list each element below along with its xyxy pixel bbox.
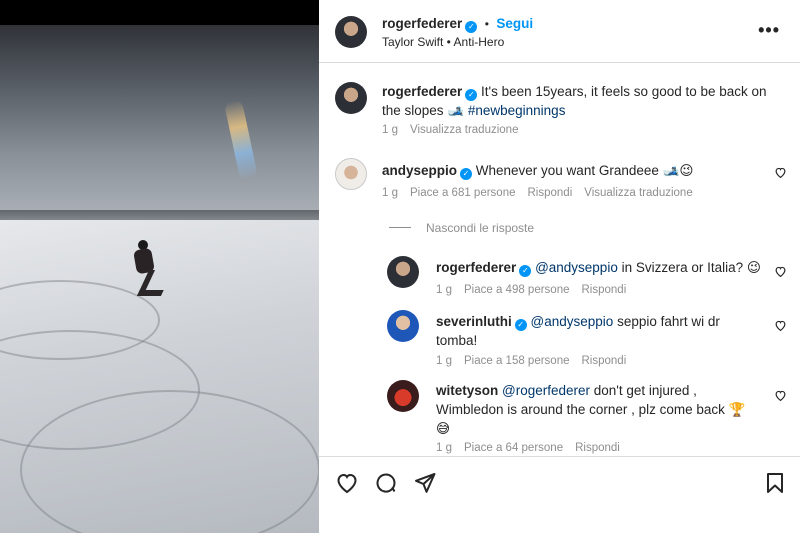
comment-translate-link[interactable]: Visualizza traduzione	[584, 187, 692, 199]
reply-text: severinluthi ✓ @andyseppio seppio fahrt w…	[436, 312, 736, 350]
reply-mention[interactable]: @andyseppio	[531, 314, 614, 329]
comment-avatar[interactable]	[335, 158, 367, 190]
reply-mention[interactable]: @andyseppio	[535, 260, 618, 275]
verified-badge-icon: ✓	[460, 168, 473, 180]
reply-text: rogerfederer ✓ @andyseppio in Svizzera or…	[436, 258, 766, 277]
comment-likes[interactable]: Piace a 681 persone	[410, 187, 516, 199]
replies-divider-line	[389, 227, 411, 228]
comment-like-icon[interactable]	[774, 166, 787, 182]
caption-meta: 1 g Visualizza traduzione	[382, 124, 530, 136]
video-top-bar	[0, 0, 319, 25]
author-avatar[interactable]	[335, 16, 367, 48]
caption-translate-link[interactable]: Visualizza traduzione	[410, 124, 518, 136]
reply-time[interactable]: 1 g	[436, 355, 452, 367]
comment-reply-button[interactable]: Rispondi	[528, 187, 573, 199]
reply-meta: 1 g Piace a 158 persone Rispondi	[436, 355, 638, 367]
reply-mention[interactable]: @rogerfederer	[502, 383, 590, 398]
reply-avatar[interactable]	[387, 380, 419, 412]
author-username[interactable]: rogerfederer	[382, 16, 462, 31]
comment-text: andyseppio ✓ Whenever you want Grandeee 🎿…	[382, 161, 762, 180]
reply-like-icon[interactable]	[774, 265, 787, 281]
reply-likes[interactable]: Piace a 158 persone	[464, 355, 570, 367]
verified-badge-icon: ✓	[519, 265, 532, 277]
post-video[interactable]	[0, 0, 319, 533]
comment-body: Whenever you want Grandeee 🎿😉	[472, 163, 694, 178]
reply-like-icon[interactable]	[774, 389, 787, 405]
audio-track[interactable]: Taylor Swift • Anti-Hero	[382, 35, 504, 49]
verified-badge-icon: ✓	[514, 319, 527, 331]
ski-track	[20, 390, 319, 533]
verified-badge-icon: ✓	[465, 21, 478, 33]
reply-avatar[interactable]	[387, 310, 419, 342]
reply-time[interactable]: 1 g	[436, 442, 452, 454]
hashtag-link[interactable]: #newbeginnings	[468, 103, 566, 118]
reply-likes[interactable]: Piace a 498 persone	[464, 284, 570, 296]
post-detail-panel: rogerfederer ✓ • Segui Taylor Swift • Ant…	[319, 0, 800, 533]
reply-reply-button[interactable]: Rispondi	[582, 355, 627, 367]
comment-username[interactable]: andyseppio	[382, 163, 457, 178]
post-actions-bar	[319, 456, 800, 533]
caption-time[interactable]: 1 g	[382, 124, 398, 136]
more-options-icon[interactable]: •••	[758, 20, 780, 41]
send-icon[interactable]	[413, 471, 437, 500]
reply-body: in Svizzera or Italia? 😉	[617, 260, 761, 275]
follow-button[interactable]: Segui	[496, 16, 533, 31]
comment-meta: 1 g Piace a 681 persone Rispondi Visualizza…	[382, 187, 705, 199]
caption-text: rogerfederer ✓ It's been 15years, it feel…	[382, 82, 777, 120]
caption-username[interactable]: rogerfederer	[382, 84, 462, 99]
reply-meta: 1 g Piace a 64 persone Rispondi	[436, 442, 632, 454]
reply-text: witetyson @rogerfederer don't get injure…	[436, 381, 746, 438]
reply-time[interactable]: 1 g	[436, 284, 452, 296]
reply-username[interactable]: rogerfederer	[436, 260, 516, 275]
bookmark-icon[interactable]	[763, 471, 787, 500]
comment-time[interactable]: 1 g	[382, 187, 398, 199]
reply-meta: 1 g Piace a 498 persone Rispondi	[436, 284, 638, 296]
reply-username[interactable]: witetyson	[436, 383, 498, 398]
skier-figure	[133, 240, 174, 300]
reply-likes[interactable]: Piace a 64 persone	[464, 442, 563, 454]
reply-reply-button[interactable]: Rispondi	[582, 284, 627, 296]
caption-avatar[interactable]	[335, 82, 367, 114]
reply-like-icon[interactable]	[774, 319, 787, 335]
heart-icon[interactable]	[335, 471, 359, 500]
comment-icon[interactable]	[374, 471, 398, 500]
separator-dot: •	[484, 17, 489, 31]
post-header: rogerfederer ✓ • Segui Taylor Swift • Ant…	[319, 0, 800, 63]
reply-username[interactable]: severinluthi	[436, 314, 512, 329]
reply-avatar[interactable]	[387, 256, 419, 288]
hide-replies-button[interactable]: Nascondi le risposte	[426, 221, 534, 235]
verified-badge-icon: ✓	[465, 89, 478, 101]
video-sky	[0, 25, 319, 240]
reply-reply-button[interactable]: Rispondi	[575, 442, 620, 454]
